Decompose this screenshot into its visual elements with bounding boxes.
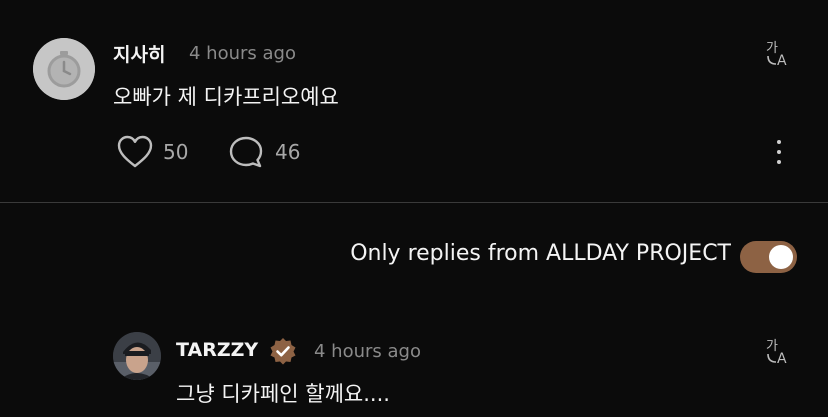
reply-filter-toggle[interactable] bbox=[740, 241, 797, 273]
svg-text:A: A bbox=[777, 351, 787, 366]
reply-button[interactable]: 46 bbox=[229, 135, 300, 169]
verified-badge bbox=[269, 337, 297, 365]
person-photo-icon bbox=[113, 332, 161, 380]
translate-button[interactable]: 가 A bbox=[764, 38, 794, 69]
like-count: 50 bbox=[163, 140, 189, 164]
verified-check-icon bbox=[270, 338, 296, 365]
more-vertical-icon bbox=[777, 140, 781, 144]
heart-icon bbox=[117, 135, 153, 168]
more-options-button[interactable] bbox=[773, 140, 785, 164]
toggle-knob bbox=[769, 245, 793, 269]
reply-author-name[interactable]: TARZZY bbox=[176, 339, 258, 361]
translate-icon: 가 A bbox=[766, 41, 787, 69]
section-divider bbox=[0, 202, 828, 203]
translate-icon: 가 A bbox=[766, 339, 787, 367]
comment-body: 오빠가 제 디카프리오예요 bbox=[113, 85, 339, 109]
comment-timestamp: 4 hours ago bbox=[189, 43, 296, 64]
reply-filter-label: Only replies from ALLDAY PROJECT bbox=[350, 241, 731, 266]
reply-author-avatar[interactable] bbox=[113, 332, 161, 380]
chat-bubble-icon bbox=[229, 136, 263, 168]
comments-screen: 지사히 4 hours ago 가 A 오빠가 제 디카프리오예요 50 46 … bbox=[0, 0, 828, 417]
stopwatch-icon bbox=[33, 38, 95, 100]
reply-timestamp: 4 hours ago bbox=[314, 341, 421, 362]
commenter-avatar[interactable] bbox=[33, 38, 95, 100]
reply-body: 그냥 디카페인 할께요.... bbox=[176, 382, 390, 406]
comment-author-name[interactable]: 지사히 bbox=[113, 40, 165, 67]
svg-text:A: A bbox=[777, 53, 787, 68]
like-button[interactable]: 50 bbox=[117, 135, 188, 169]
reply-count: 46 bbox=[275, 140, 301, 164]
reply-translate-button[interactable]: 가 A bbox=[764, 336, 794, 367]
